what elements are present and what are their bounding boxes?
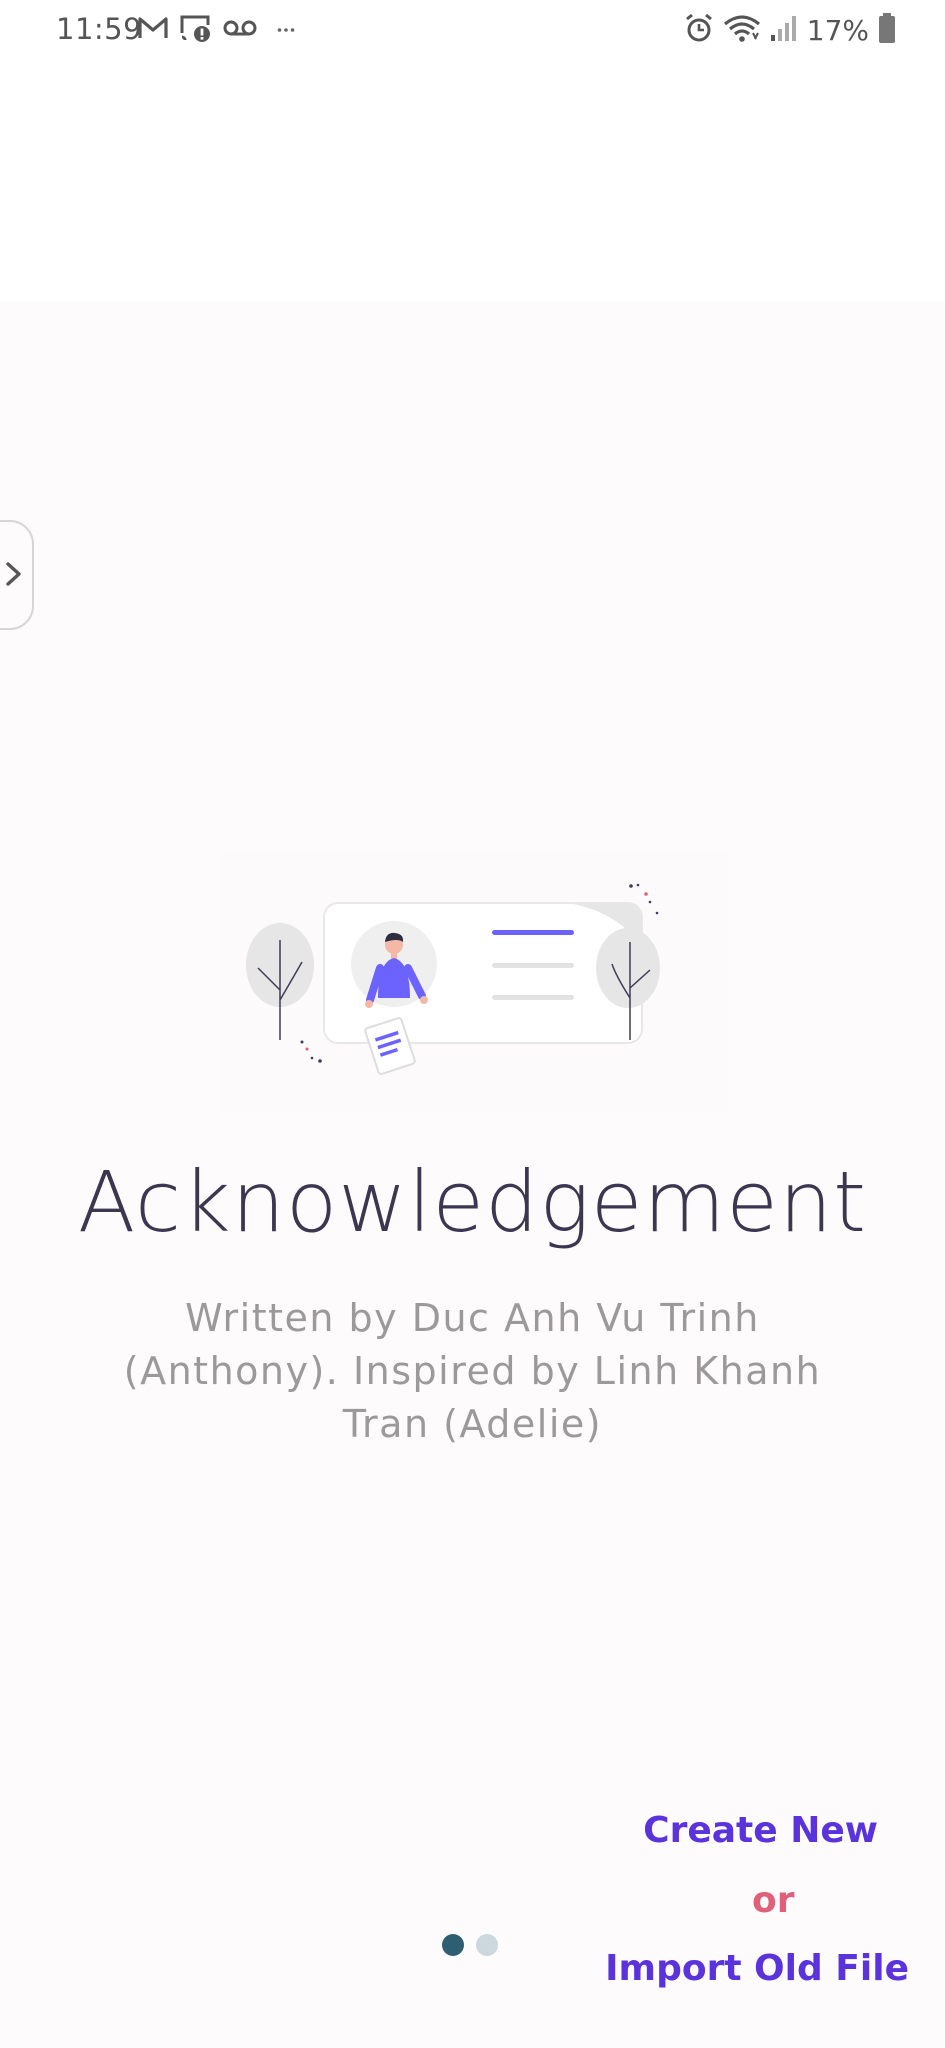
battery-icon xyxy=(877,12,897,49)
more-dots-icon xyxy=(277,21,295,39)
page-title: Acknowledgement xyxy=(77,1153,868,1251)
wifi-icon xyxy=(723,13,761,48)
chevron-right-icon xyxy=(6,562,21,586)
moon-icon xyxy=(878,100,902,148)
page-dot-active[interactable] xyxy=(442,1934,464,1956)
cast-alert-icon xyxy=(179,13,213,48)
gmail-icon xyxy=(137,15,169,46)
subtitle-line: Written by Duc Anh Vu Trinh xyxy=(185,1296,760,1340)
page-subtitle: Written by Duc Anh Vu Trinh (Anthony). I… xyxy=(100,1292,845,1451)
subtitle-line: (Anthony). Inspired by Linh Khanh xyxy=(123,1349,822,1393)
battery-percentage: 17% xyxy=(806,13,869,47)
or-separator: or xyxy=(752,1880,795,1921)
page-dot[interactable] xyxy=(476,1934,498,1956)
status-system-icons: 17% xyxy=(683,12,897,48)
create-new-button[interactable]: Create New xyxy=(643,1810,878,1851)
alarm-icon xyxy=(683,12,715,49)
subtitle-line: Tran (Adelie) xyxy=(342,1402,603,1446)
dark-mode-toggle-button[interactable] xyxy=(866,96,912,152)
status-time: 11:59 xyxy=(56,12,143,46)
status-bar: 11:59 17% xyxy=(0,0,945,62)
acknowledgement-illustration xyxy=(218,850,728,1112)
app-bar xyxy=(0,62,945,302)
import-old-file-button[interactable]: Import Old File xyxy=(605,1948,909,1989)
signal-icon xyxy=(769,13,799,48)
status-notification-icons xyxy=(137,14,295,46)
page-indicator xyxy=(442,1934,498,1956)
side-drawer-handle[interactable] xyxy=(0,520,34,630)
voicemail-icon xyxy=(223,18,257,43)
